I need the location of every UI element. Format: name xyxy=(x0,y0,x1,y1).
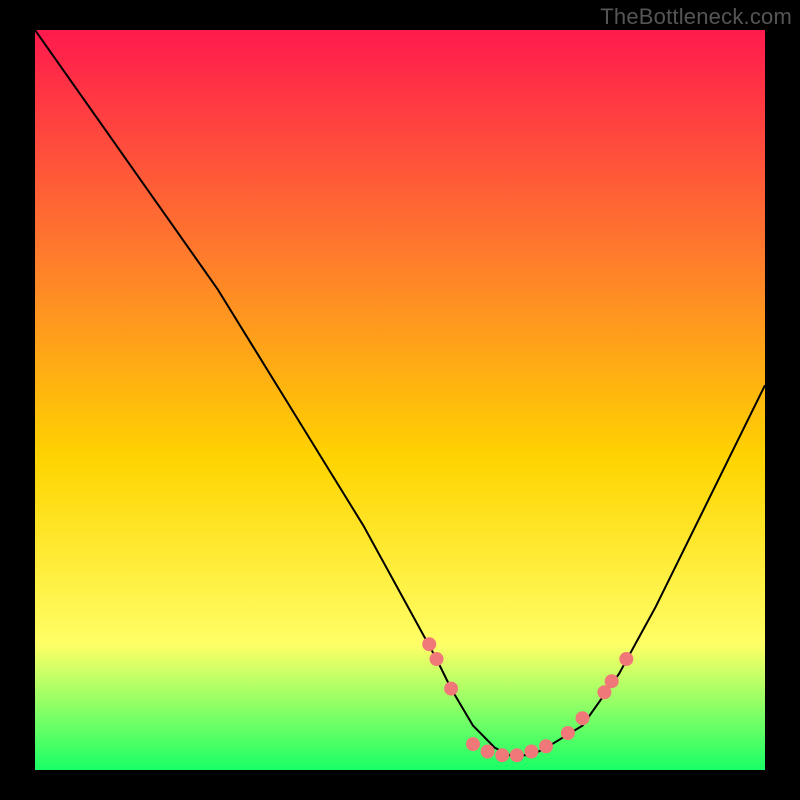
data-marker xyxy=(605,674,619,688)
data-marker xyxy=(576,711,590,725)
data-marker xyxy=(539,739,553,753)
watermark-text: TheBottleneck.com xyxy=(600,4,792,30)
data-marker xyxy=(561,726,575,740)
chart-svg xyxy=(35,30,765,770)
gradient-background xyxy=(35,30,765,770)
chart-plot-area xyxy=(35,30,765,770)
data-marker xyxy=(481,745,495,759)
data-marker xyxy=(619,652,633,666)
data-marker xyxy=(444,682,458,696)
data-marker xyxy=(422,637,436,651)
data-marker xyxy=(430,652,444,666)
chart-container: TheBottleneck.com xyxy=(0,0,800,800)
data-marker xyxy=(524,745,538,759)
data-marker xyxy=(495,748,509,762)
data-marker xyxy=(466,737,480,751)
data-marker xyxy=(510,748,524,762)
